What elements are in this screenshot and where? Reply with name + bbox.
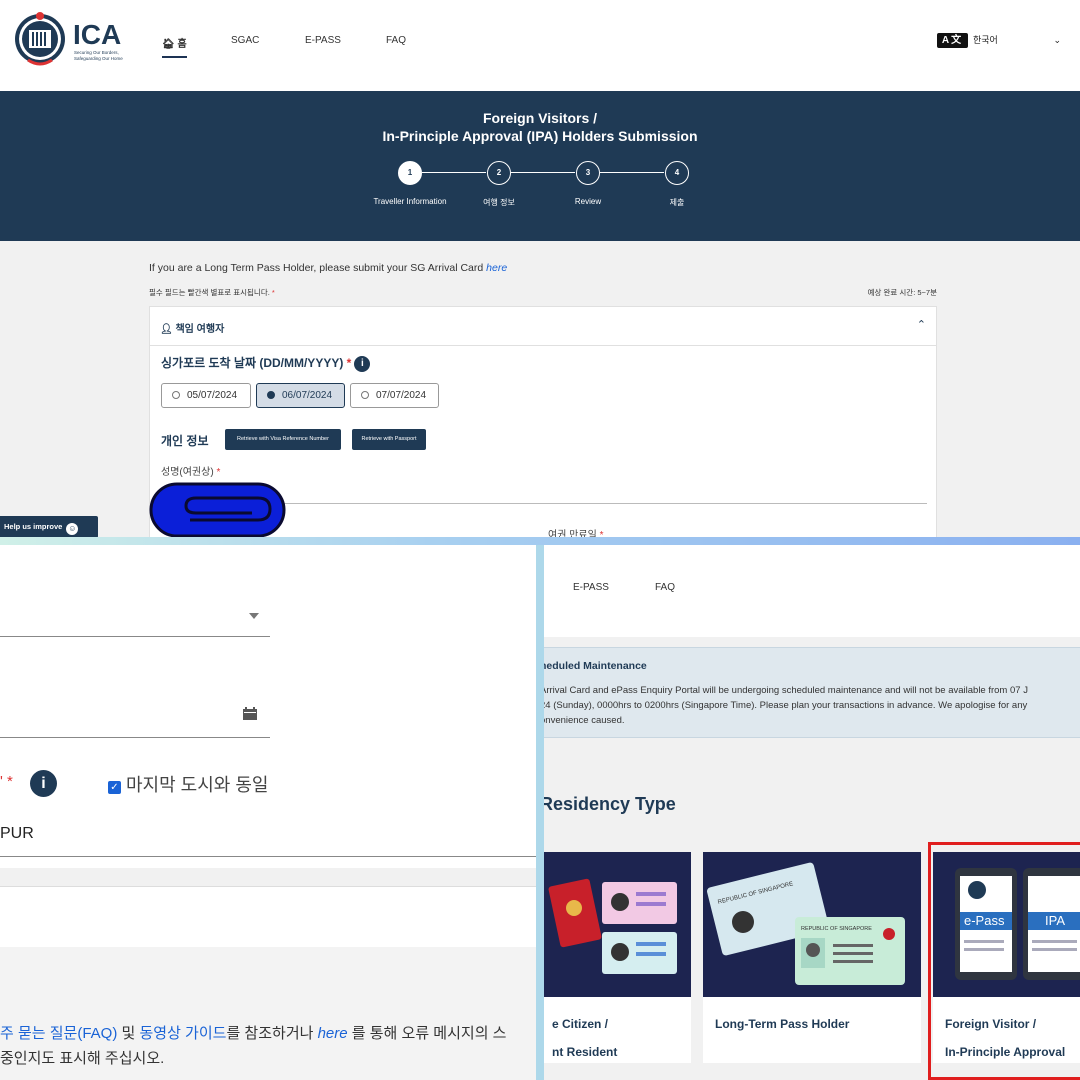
card-title: e Citizen / xyxy=(552,1017,609,1031)
nav-faq[interactable]: FAQ xyxy=(655,582,675,593)
arrival-date-label: 싱가포르 도착 날짜 (DD/MM/YYYY) * i xyxy=(161,354,371,372)
step-label: Review xyxy=(574,197,602,206)
calendar-icon[interactable] xyxy=(243,707,257,720)
page-title: Foreign Visitors / In-Principle Approval… xyxy=(382,110,698,144)
check-icon: ✓ xyxy=(108,781,121,794)
caret-down-icon[interactable] xyxy=(249,613,259,619)
site-header: ICA Securing Our Borders, Safeguarding O… xyxy=(0,0,1080,91)
name-label: 성명(여권상) * xyxy=(161,467,221,478)
passport-illustration xyxy=(544,852,691,997)
section-gap xyxy=(0,868,536,886)
top-screenshot: ICA Securing Our Borders, Safeguarding O… xyxy=(0,0,1080,545)
required-star: ' * xyxy=(0,773,13,790)
faq-help-text: 주 묻는 질문(FAQ) 및 동영상 가이드를 참조하거나 here 를 통해 … xyxy=(0,1025,507,1042)
step-3: 3 xyxy=(576,161,600,185)
long-term-link[interactable]: here xyxy=(486,262,507,274)
stepper-line xyxy=(600,172,664,173)
faq-help-text-2: 중인지도 표시해 주십시오. xyxy=(0,1050,165,1067)
date-option[interactable]: 05/07/2024 xyxy=(161,383,251,408)
help-us-improve-button[interactable]: Help us improve ☺ xyxy=(0,516,98,538)
panel xyxy=(0,886,536,947)
radio-icon xyxy=(361,391,369,399)
svg-text:REPUBLIC OF SINGAPORE: REPUBLIC OF SINGAPORE xyxy=(801,926,872,932)
language-value[interactable]: 한국어 ⌄ xyxy=(973,32,1065,49)
city-value: PUR xyxy=(0,825,34,842)
step-label: 제출 xyxy=(669,198,685,207)
highlight-box xyxy=(928,842,1080,1080)
step-label: 여행 정보 xyxy=(483,198,515,207)
stepper-line xyxy=(422,172,486,173)
nav-faq[interactable]: FAQ xyxy=(386,35,406,46)
faq-link[interactable]: 주 묻는 질문(FAQ) xyxy=(0,1025,117,1042)
date-underline[interactable] xyxy=(0,737,270,738)
chevron-up-icon[interactable]: ⌃ xyxy=(917,318,926,331)
nav-epass[interactable]: E-PASS xyxy=(305,35,341,46)
radio-checked-icon xyxy=(267,391,275,399)
long-term-notice: If you are a Long Term Pass Holder, plea… xyxy=(149,262,508,274)
nav-epass[interactable]: E-PASS xyxy=(573,582,609,593)
date-option-selected[interactable]: 06/07/2024 xyxy=(256,383,345,408)
person-icon: 👤︎ xyxy=(160,324,176,335)
citizen-card-image xyxy=(544,852,691,997)
bottom-left-screenshot: ' * i ✓ 마지막 도시와 동일 PUR 주 묻는 질문(FAQ) 및 동영상… xyxy=(0,545,536,1080)
residency-type-title: Residency Type xyxy=(544,794,676,814)
nav-sgac[interactable]: SGAC xyxy=(231,35,259,46)
same-city-checkbox[interactable]: ✓ 마지막 도시와 동일 xyxy=(108,771,268,797)
card-title: nt Resident xyxy=(552,1045,618,1059)
logo-tagline: Securing Our Borders, xyxy=(74,50,119,55)
step-4: 4 xyxy=(665,161,689,185)
smile-icon: ☺ xyxy=(66,523,79,535)
card-title: Long-Term Pass Holder xyxy=(715,1017,850,1031)
maintenance-body: Arrival Card and ePass Enquiry Portal wi… xyxy=(544,685,1028,726)
retrieve-passport-button[interactable]: Retrieve with Passport xyxy=(352,429,426,450)
radio-icon xyxy=(172,391,180,399)
section-accordion-header[interactable]: 👤︎ 책임 여행자 ⌃ xyxy=(149,306,937,346)
estimated-time: 예상 완료 시간: 5~7분 xyxy=(867,288,937,297)
long-term-pass-card[interactable]: REPUBLIC OF SINGAPORE REPUBLIC OF SINGAP… xyxy=(703,852,921,1063)
info-icon[interactable]: i xyxy=(354,355,371,372)
language-select[interactable]: A文 한국어 ⌄ xyxy=(937,32,1065,50)
pass-card-illustration: REPUBLIC OF SINGAPORE REPUBLIC OF SINGAP… xyxy=(703,852,921,997)
city-underline[interactable] xyxy=(0,856,536,857)
info-icon[interactable]: i xyxy=(30,770,57,797)
logo-text: ICA xyxy=(73,19,121,50)
translate-icon: A文 xyxy=(937,33,968,48)
stepper-line xyxy=(511,172,575,173)
bottom-right-screenshot: E-PASS FAQ heduled Maintenance Arrival C… xyxy=(544,545,1080,1080)
ica-logo[interactable]: ICA Securing Our Borders, Safeguarding O… xyxy=(14,10,134,68)
video-guide-link[interactable]: 동영상 가이드 xyxy=(139,1025,226,1042)
step-2: 2 xyxy=(487,161,511,185)
home-icon: 🏠︎ xyxy=(162,39,178,50)
paperclip-icon xyxy=(149,482,286,538)
chevron-down-icon: ⌄ xyxy=(1053,35,1061,45)
maintenance-title: heduled Maintenance xyxy=(544,660,647,672)
retrieve-visa-button[interactable]: Retrieve with Visa Reference Number xyxy=(225,429,341,450)
select-underline[interactable] xyxy=(0,636,270,637)
step-1: 1 xyxy=(398,161,422,185)
here-link[interactable]: here xyxy=(318,1025,348,1042)
divider xyxy=(0,537,1080,545)
logo-tagline: Safeguarding Our Home xyxy=(74,56,123,61)
personal-info-label: 개인 정보 xyxy=(161,434,209,448)
maintenance-notice: heduled Maintenance Arrival Card and ePa… xyxy=(544,647,1080,738)
required-note: 필수 필드는 빨간색 별표로 표시됩니다. * xyxy=(149,288,275,297)
ltp-card-image: REPUBLIC OF SINGAPORE REPUBLIC OF SINGAP… xyxy=(703,852,921,997)
section-title: 👤︎ 책임 여행자 xyxy=(160,324,225,335)
date-option[interactable]: 07/07/2024 xyxy=(350,383,439,408)
form-banner: Foreign Visitors / In-Principle Approval… xyxy=(0,91,1080,241)
nav-home[interactable]: 🏠︎ 홈 xyxy=(162,35,187,58)
citizen-card[interactable]: e Citizen / nt Resident xyxy=(544,852,691,1063)
divider xyxy=(536,545,544,1080)
step-label: Traveller Information xyxy=(373,197,447,206)
